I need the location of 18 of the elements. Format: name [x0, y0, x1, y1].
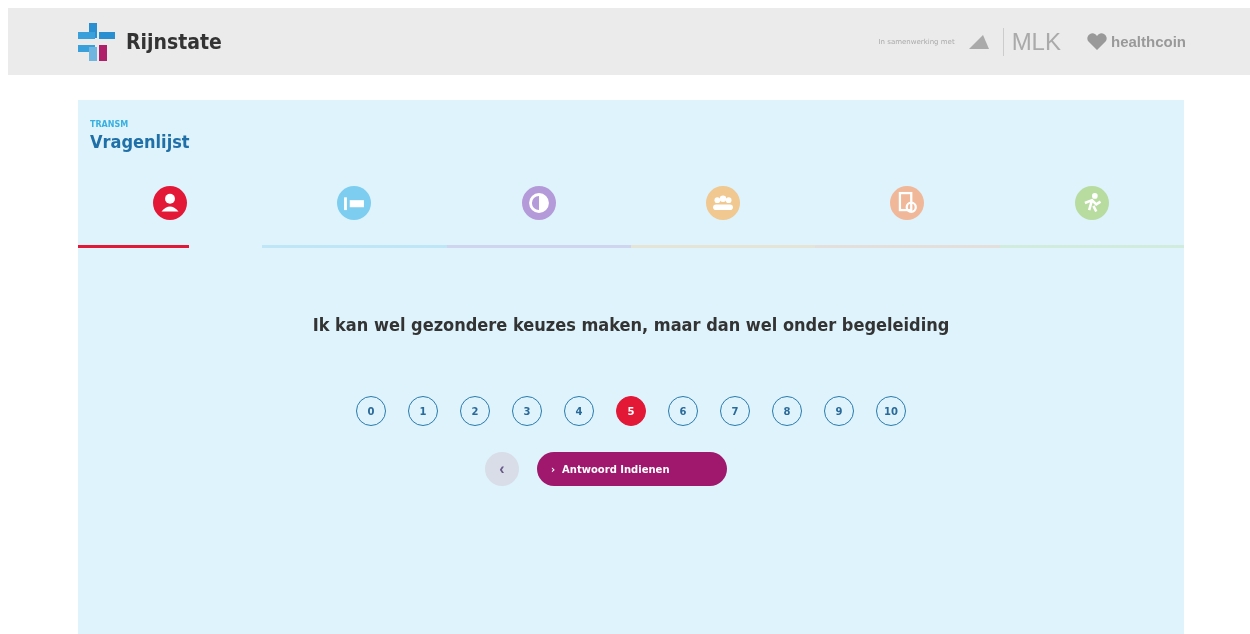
document-icon[interactable] — [890, 186, 925, 220]
bed-icon[interactable] — [337, 186, 372, 220]
partner-brand: healthcoin — [1111, 33, 1186, 50]
mountain-icon — [968, 34, 989, 49]
page-title: Vragenlijst — [90, 131, 191, 152]
logo-icon — [78, 22, 116, 61]
brand-name: Rijnstate — [126, 29, 222, 54]
submit-button[interactable]: › Antwoord Indienen — [537, 452, 727, 486]
question-text: Ik kan wel gezondere keuzes maken, maar dan wel onder begeleiding — [311, 314, 951, 335]
scale-option[interactable]: 5 — [616, 396, 646, 426]
half-circle-icon[interactable] — [521, 186, 556, 220]
heart-icon — [1087, 33, 1107, 50]
person-icon[interactable] — [153, 186, 188, 220]
eyebrow-label: TRANSM — [90, 120, 130, 129]
partner-logo: MLK — [1002, 27, 1061, 56]
back-button[interactable]: ‹ — [485, 452, 519, 486]
runner-icon[interactable] — [1074, 186, 1109, 220]
group-icon[interactable] — [706, 186, 741, 220]
